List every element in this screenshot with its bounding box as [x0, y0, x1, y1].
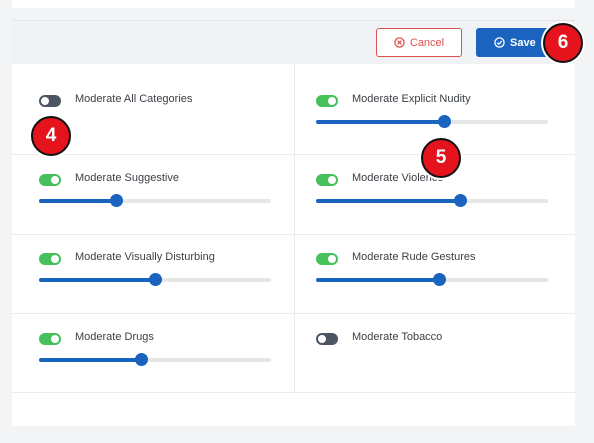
- setting-label: Moderate Tobacco: [352, 331, 443, 343]
- column-divider: [294, 64, 295, 393]
- toggle-switch[interactable]: [39, 95, 61, 107]
- slider-fill: [316, 278, 439, 282]
- setting-label: Moderate Suggestive: [75, 172, 179, 184]
- toggle-switch[interactable]: [39, 174, 61, 186]
- toggle-knob: [51, 335, 59, 343]
- row-divider: [12, 313, 575, 314]
- slider-thumb[interactable]: [109, 194, 123, 207]
- setting-moderate-tobacco: Moderate Tobacco: [316, 331, 566, 393]
- annotation-badge: 5: [421, 138, 461, 178]
- annotation-badge: 4: [31, 116, 71, 156]
- cancel-circle-icon: [394, 37, 405, 48]
- toggle-knob: [51, 176, 59, 184]
- slider-fill: [39, 199, 116, 203]
- toggle-switch[interactable]: [316, 333, 338, 345]
- toggle-knob: [51, 255, 59, 263]
- slider-thumb[interactable]: [432, 273, 446, 286]
- toggle-switch[interactable]: [316, 253, 338, 265]
- cancel-button[interactable]: Cancel: [376, 28, 462, 57]
- slider-fill: [316, 120, 444, 124]
- slider-thumb[interactable]: [149, 273, 162, 286]
- setting-moderate-all-categories: Moderate All Categories: [39, 93, 289, 155]
- toggle-switch[interactable]: [39, 253, 61, 265]
- setting-moderate-violence: Moderate Violence: [316, 172, 566, 234]
- level-slider[interactable]: [39, 194, 271, 207]
- save-button-label: Save: [510, 36, 536, 49]
- setting-label: Moderate All Categories: [75, 93, 193, 105]
- toggle-knob: [328, 255, 336, 263]
- toggle-knob: [328, 97, 336, 105]
- toggle-switch[interactable]: [316, 95, 338, 107]
- toggle-switch[interactable]: [39, 333, 61, 345]
- level-slider[interactable]: [39, 273, 271, 286]
- toggle-knob: [318, 335, 326, 343]
- row-divider: [12, 234, 575, 235]
- setting-moderate-rude-gestures: Moderate Rude Gestures: [316, 251, 566, 313]
- check-circle-icon: [494, 37, 505, 48]
- slider-fill: [316, 199, 460, 203]
- setting-label: Moderate Visually Disturbing: [75, 251, 215, 263]
- panel-top-edge: [12, 0, 575, 8]
- annotation-badge: 6: [543, 23, 583, 63]
- setting-label: Moderate Explicit Nudity: [352, 93, 471, 105]
- toggle-knob: [41, 97, 49, 105]
- slider-fill: [39, 358, 142, 362]
- level-slider[interactable]: [39, 353, 271, 366]
- level-slider[interactable]: [316, 273, 548, 286]
- slider-thumb[interactable]: [453, 194, 467, 207]
- setting-moderate-drugs: Moderate Drugs: [39, 331, 289, 393]
- setting-label: Moderate Drugs: [75, 331, 154, 343]
- toggle-knob: [328, 176, 336, 184]
- slider-thumb[interactable]: [437, 115, 451, 128]
- setting-moderate-visually-disturbing: Moderate Visually Disturbing: [39, 251, 289, 313]
- toggle-switch[interactable]: [316, 174, 338, 186]
- slider-thumb[interactable]: [135, 353, 149, 366]
- slider-fill: [39, 278, 155, 282]
- cancel-button-label: Cancel: [409, 36, 445, 49]
- level-slider[interactable]: [316, 194, 548, 207]
- level-slider[interactable]: [316, 115, 548, 128]
- setting-moderate-suggestive: Moderate Suggestive: [39, 172, 289, 234]
- setting-label: Moderate Rude Gestures: [352, 251, 476, 263]
